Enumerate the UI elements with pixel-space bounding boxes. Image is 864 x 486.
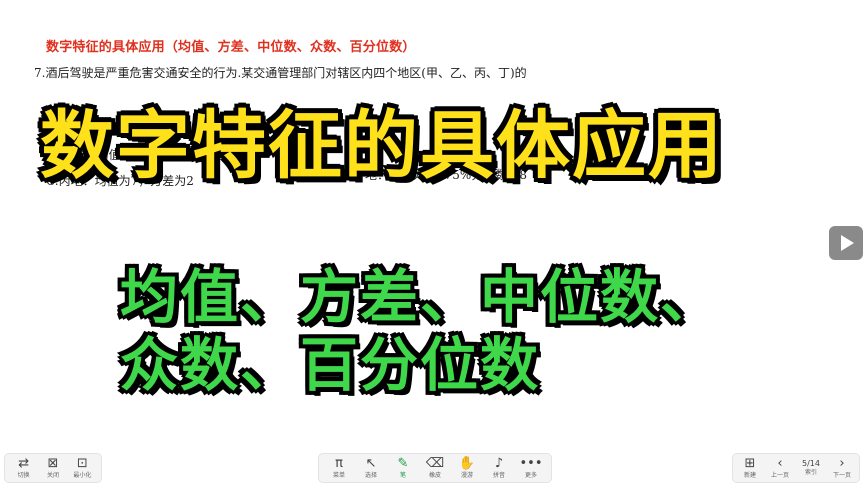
- play-icon: [841, 235, 854, 251]
- pen-icon: ✎: [397, 455, 409, 471]
- overlay-headline: 数字特征的具体应用: [40, 103, 724, 189]
- eraser-tool[interactable]: ⌫ 橡皮: [419, 454, 451, 482]
- toolbar-left: ⇄ 切换 ⊠ 关闭 ⊡ 最小化: [4, 453, 102, 483]
- prev-page-label: 上一页: [770, 471, 789, 479]
- page-indicator: 5/14: [802, 459, 820, 468]
- select-tool[interactable]: ↖ 选择: [355, 454, 387, 482]
- pan-tool[interactable]: ✋ 漫游: [451, 454, 483, 482]
- minimize-button[interactable]: ⊡ 最小化: [68, 454, 97, 482]
- eraser-icon: ⌫: [425, 455, 445, 471]
- next-page-label: 下一页: [832, 471, 851, 479]
- menu-label: 菜单: [332, 471, 345, 479]
- minimize-label: 最小化: [73, 471, 92, 479]
- close-icon: ⊠: [47, 455, 59, 471]
- switch-icon: ⇄: [18, 455, 30, 471]
- next-page-button[interactable]: › 下一页: [829, 454, 855, 482]
- chevron-right-icon: ›: [839, 455, 845, 471]
- question-line-1: 7.酒后驾驶是严重危害交通安全的行为.某交通管理部门对辖区内四个地区(甲、乙、丙…: [34, 66, 527, 80]
- play-button[interactable]: [829, 226, 863, 260]
- more-button[interactable]: ••• 更多: [515, 454, 547, 482]
- menu-button[interactable]: π 菜单: [323, 454, 355, 482]
- index-label: 索引: [804, 469, 817, 476]
- switch-label: 切换: [17, 471, 30, 479]
- toolbar-right: ⊞ 新建 ‹ 上一页 5/14 索引 › 下一页: [732, 453, 860, 483]
- toolbar-center: π 菜单 ↖ 选择 ✎ 笔 ⌫ 橡皮 ✋ 漫游 ♪ 拼音 ••• 更多: [318, 453, 552, 483]
- document-title: 数字特征的具体应用（均值、方差、中位数、众数、百分位数）: [46, 40, 416, 55]
- more-label: 更多: [524, 471, 537, 479]
- new-page-button[interactable]: ⊞ 新建: [737, 454, 763, 482]
- overlay-subline-2: 众数、百分位数: [120, 331, 541, 399]
- switch-button[interactable]: ⇄ 切换: [9, 454, 38, 482]
- pan-label: 漫游: [460, 471, 473, 479]
- pinyin-icon: ♪: [494, 455, 504, 471]
- cursor-icon: ↖: [365, 455, 377, 471]
- prev-page-button[interactable]: ‹ 上一页: [767, 454, 793, 482]
- eraser-label: 橡皮: [428, 471, 441, 479]
- new-page-label: 新建: [743, 471, 756, 479]
- pinyin-tool[interactable]: ♪ 拼音: [483, 454, 515, 482]
- pinyin-label: 拼音: [492, 471, 505, 479]
- hand-icon: ✋: [458, 455, 476, 471]
- close-label: 关闭: [46, 471, 59, 479]
- close-button[interactable]: ⊠ 关闭: [38, 454, 67, 482]
- minimize-icon: ⊡: [76, 455, 88, 471]
- plus-square-icon: ⊞: [744, 455, 756, 471]
- chevron-left-icon: ‹: [777, 455, 783, 471]
- pen-label: 笔: [399, 471, 406, 479]
- select-label: 选择: [364, 471, 377, 479]
- page-index-button[interactable]: 5/14 索引: [797, 454, 825, 482]
- pi-icon: π: [335, 455, 343, 471]
- more-icon: •••: [519, 455, 543, 471]
- pen-tool[interactable]: ✎ 笔: [387, 454, 419, 482]
